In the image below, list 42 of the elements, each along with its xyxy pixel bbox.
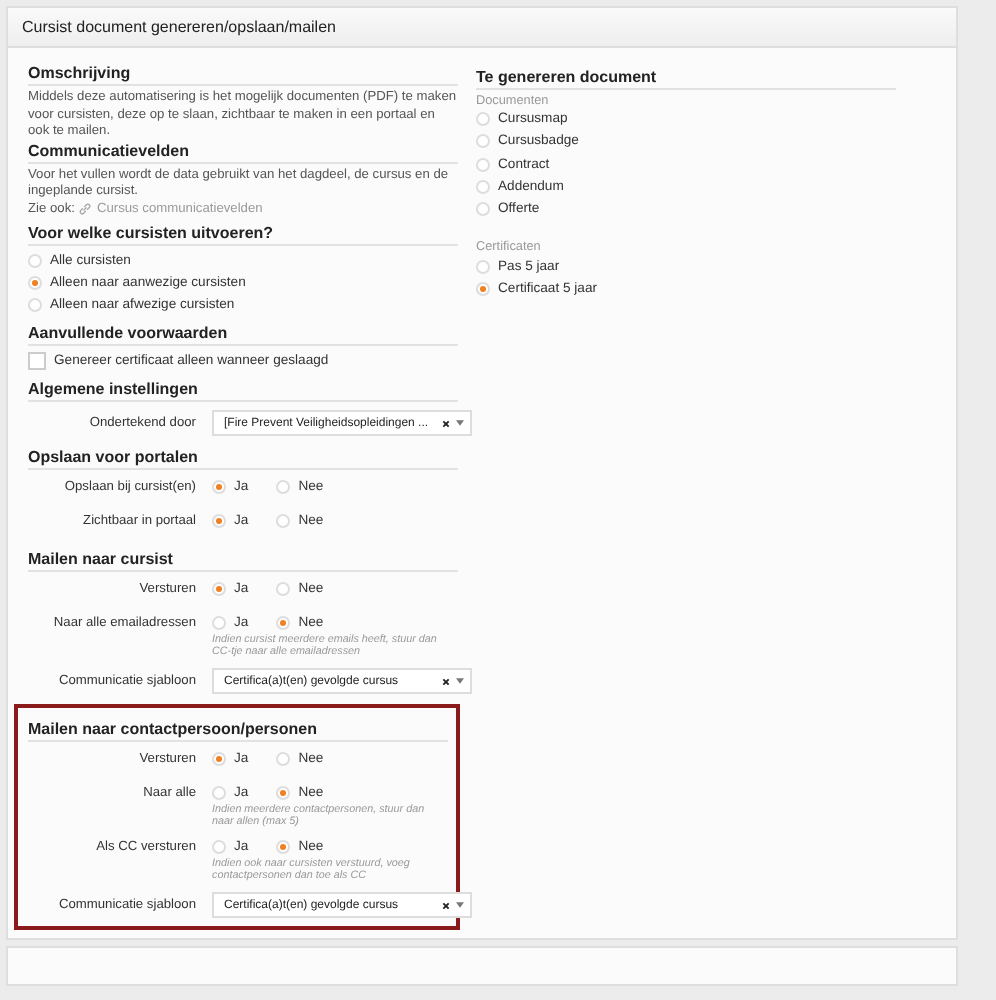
section-heading: Aanvullende voorwaarden <box>28 323 458 345</box>
caret-icon <box>456 678 464 684</box>
radio-button[interactable] <box>476 202 490 217</box>
clear-icon[interactable] <box>442 677 450 685</box>
radio-button[interactable] <box>212 751 226 765</box>
section-heading: Opslaan voor portalen <box>28 447 458 469</box>
radio-button[interactable] <box>212 479 226 493</box>
radio-button[interactable] <box>212 615 226 629</box>
panel-title: Cursist document genereren/opslaan/mailen <box>22 18 336 36</box>
radio-button[interactable] <box>212 513 226 527</box>
radio-button[interactable] <box>476 281 490 296</box>
caret-icon <box>456 420 464 426</box>
radio-button[interactable] <box>476 180 490 195</box>
radio-button[interactable] <box>476 134 490 149</box>
radio-button[interactable] <box>276 751 291 765</box>
section-heading: Voor welke cursisten uitvoeren? <box>28 223 458 245</box>
radio-button[interactable] <box>28 253 42 267</box>
clear-icon[interactable] <box>442 901 450 909</box>
section-heading: Te genereren document <box>476 68 896 90</box>
radio-button[interactable] <box>276 513 291 527</box>
radio-button[interactable] <box>476 259 490 274</box>
radio-button[interactable] <box>276 581 291 595</box>
radio-button[interactable] <box>276 479 291 493</box>
section-heading: Mailen naar cursist <box>28 549 458 571</box>
radio-button[interactable] <box>28 297 42 311</box>
radio-button[interactable] <box>212 839 226 853</box>
section-heading: Mailen naar contactpersoon/personen <box>28 719 448 741</box>
radio-button[interactable] <box>28 275 42 289</box>
radio-button[interactable] <box>276 785 291 799</box>
radio-button[interactable] <box>476 157 490 172</box>
radio-button[interactable] <box>476 112 490 127</box>
section-heading: Omschrijving <box>28 64 458 86</box>
link-icon <box>78 201 93 215</box>
radio-button[interactable] <box>212 785 226 799</box>
section-heading: Communicatievelden <box>28 141 458 163</box>
clear-icon[interactable] <box>442 419 450 427</box>
radio-button[interactable] <box>276 615 291 629</box>
checkbox[interactable] <box>28 351 46 369</box>
section-heading: Algemene instellingen <box>28 379 458 401</box>
radio-button[interactable] <box>212 581 226 595</box>
caret-icon <box>456 902 464 908</box>
radio-button[interactable] <box>276 839 291 853</box>
